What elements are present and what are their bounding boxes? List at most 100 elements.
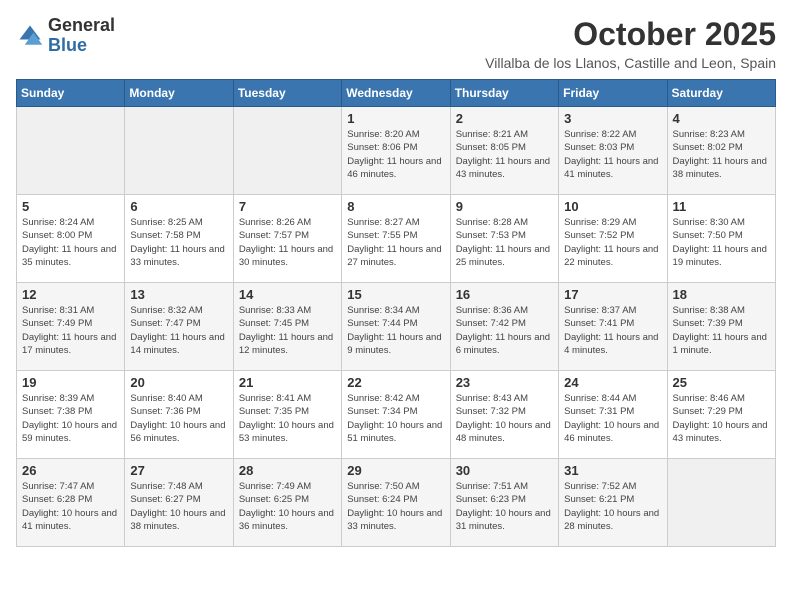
calendar-cell: 2Sunrise: 8:21 AMSunset: 8:05 PMDaylight…: [450, 107, 558, 195]
weekday-header-saturday: Saturday: [667, 80, 775, 107]
week-row-4: 26 Sunrise: 7:47 AMSunset: 6:28 PMDayligh…: [17, 459, 776, 547]
day-info: Sunrise: 8:37 AMSunset: 7:41 PMDaylight:…: [564, 304, 661, 357]
title-block: October 2025 Villalba de los Llanos, Cas…: [485, 16, 776, 71]
calendar-cell: 1Sunrise: 8:20 AMSunset: 8:06 PMDaylight…: [342, 107, 450, 195]
day-info: Sunrise: 7:51 AMSunset: 6:23 PMDaylight:…: [456, 480, 553, 533]
weekday-header-thursday: Thursday: [450, 80, 558, 107]
day-info: Sunrise: 8:32 AMSunset: 7:47 PMDaylight:…: [130, 304, 227, 357]
calendar-cell: 25 Sunrise: 8:46 AMSunset: 7:29 PMDayligh…: [667, 371, 775, 459]
logo-text: General Blue: [48, 16, 115, 56]
week-row-2: 12 Sunrise: 8:31 AMSunset: 7:49 PMDayligh…: [17, 283, 776, 371]
calendar-cell: 20 Sunrise: 8:40 AMSunset: 7:36 PMDayligh…: [125, 371, 233, 459]
calendar-cell: [125, 107, 233, 195]
day-number: 8: [347, 199, 444, 214]
calendar-table: SundayMondayTuesdayWednesdayThursdayFrid…: [16, 79, 776, 547]
day-info: Sunrise: 8:31 AMSunset: 7:49 PMDaylight:…: [22, 304, 119, 357]
calendar-body: 1Sunrise: 8:20 AMSunset: 8:06 PMDaylight…: [17, 107, 776, 547]
day-info: Sunrise: 8:43 AMSunset: 7:32 PMDaylight:…: [456, 392, 553, 445]
calendar-cell: 7Sunrise: 8:26 AMSunset: 7:57 PMDaylight…: [233, 195, 341, 283]
day-number: 26: [22, 463, 119, 478]
day-number: 20: [130, 375, 227, 390]
day-info: Sunrise: 8:39 AMSunset: 7:38 PMDaylight:…: [22, 392, 119, 445]
calendar-cell: 16 Sunrise: 8:36 AMSunset: 7:42 PMDayligh…: [450, 283, 558, 371]
calendar-cell: 26 Sunrise: 7:47 AMSunset: 6:28 PMDayligh…: [17, 459, 125, 547]
day-number: 23: [456, 375, 553, 390]
calendar-cell: 31 Sunrise: 7:52 AMSunset: 6:21 PMDayligh…: [559, 459, 667, 547]
day-info: Sunrise: 7:52 AMSunset: 6:21 PMDaylight:…: [564, 480, 661, 533]
logo-icon: [16, 22, 44, 50]
day-info: Sunrise: 8:42 AMSunset: 7:34 PMDaylight:…: [347, 392, 444, 445]
calendar-cell: 5Sunrise: 8:24 AMSunset: 8:00 PMDaylight…: [17, 195, 125, 283]
weekday-header-friday: Friday: [559, 80, 667, 107]
calendar-cell: 29 Sunrise: 7:50 AMSunset: 6:24 PMDayligh…: [342, 459, 450, 547]
day-number: 25: [673, 375, 770, 390]
day-number: 29: [347, 463, 444, 478]
calendar-cell: 3 Sunrise: 8:22 AMSunset: 8:03 PMDaylight…: [559, 107, 667, 195]
day-number: 30: [456, 463, 553, 478]
calendar-cell: 4 Sunrise: 8:23 AMSunset: 8:02 PMDaylight…: [667, 107, 775, 195]
day-number: 22: [347, 375, 444, 390]
calendar-cell: 19 Sunrise: 8:39 AMSunset: 7:38 PMDayligh…: [17, 371, 125, 459]
day-number: 5: [22, 199, 119, 214]
day-number: 10: [564, 199, 661, 214]
day-number: 14: [239, 287, 336, 302]
day-info: Sunrise: 8:26 AMSunset: 7:57 PMDaylight:…: [239, 216, 336, 269]
calendar-cell: 6 Sunrise: 8:25 AMSunset: 7:58 PMDaylight…: [125, 195, 233, 283]
calendar-cell: 9 Sunrise: 8:28 AMSunset: 7:53 PMDaylight…: [450, 195, 558, 283]
day-number: 13: [130, 287, 227, 302]
calendar-cell: 10 Sunrise: 8:29 AMSunset: 7:52 PMDayligh…: [559, 195, 667, 283]
day-number: 4: [673, 111, 770, 126]
calendar-cell: [667, 459, 775, 547]
weekday-header-wednesday: Wednesday: [342, 80, 450, 107]
day-info: Sunrise: 8:44 AMSunset: 7:31 PMDaylight:…: [564, 392, 661, 445]
calendar-cell: 18 Sunrise: 8:38 AMSunset: 7:39 PMDayligh…: [667, 283, 775, 371]
day-info: Sunrise: 8:40 AMSunset: 7:36 PMDaylight:…: [130, 392, 227, 445]
day-number: 21: [239, 375, 336, 390]
day-info: Sunrise: 8:29 AMSunset: 7:52 PMDaylight:…: [564, 216, 661, 269]
day-info: Sunrise: 8:28 AMSunset: 7:53 PMDaylight:…: [456, 216, 553, 269]
day-number: 18: [673, 287, 770, 302]
day-info: Sunrise: 8:21 AMSunset: 8:05 PMDaylight:…: [456, 128, 553, 181]
day-number: 31: [564, 463, 661, 478]
day-number: 3: [564, 111, 661, 126]
day-info: Sunrise: 8:27 AMSunset: 7:55 PMDaylight:…: [347, 216, 444, 269]
week-row-3: 19 Sunrise: 8:39 AMSunset: 7:38 PMDayligh…: [17, 371, 776, 459]
day-info: Sunrise: 8:38 AMSunset: 7:39 PMDaylight:…: [673, 304, 770, 357]
calendar-cell: 15Sunrise: 8:34 AMSunset: 7:44 PMDayligh…: [342, 283, 450, 371]
day-info: Sunrise: 8:46 AMSunset: 7:29 PMDaylight:…: [673, 392, 770, 445]
day-number: 12: [22, 287, 119, 302]
day-number: 16: [456, 287, 553, 302]
day-info: Sunrise: 7:50 AMSunset: 6:24 PMDaylight:…: [347, 480, 444, 533]
month-title: October 2025: [485, 16, 776, 53]
calendar-cell: 22 Sunrise: 8:42 AMSunset: 7:34 PMDayligh…: [342, 371, 450, 459]
day-info: Sunrise: 8:36 AMSunset: 7:42 PMDaylight:…: [456, 304, 553, 357]
day-info: Sunrise: 8:22 AMSunset: 8:03 PMDaylight:…: [564, 128, 661, 181]
day-number: 28: [239, 463, 336, 478]
day-info: Sunrise: 8:20 AMSunset: 8:06 PMDaylight:…: [347, 128, 444, 181]
logo: General Blue: [16, 16, 115, 56]
day-info: Sunrise: 7:49 AMSunset: 6:25 PMDaylight:…: [239, 480, 336, 533]
calendar-cell: 13 Sunrise: 8:32 AMSunset: 7:47 PMDayligh…: [125, 283, 233, 371]
day-number: 24: [564, 375, 661, 390]
day-info: Sunrise: 8:23 AMSunset: 8:02 PMDaylight:…: [673, 128, 770, 181]
day-number: 17: [564, 287, 661, 302]
day-number: 27: [130, 463, 227, 478]
day-info: Sunrise: 7:47 AMSunset: 6:28 PMDaylight:…: [22, 480, 119, 533]
day-number: 9: [456, 199, 553, 214]
day-info: Sunrise: 8:41 AMSunset: 7:35 PMDaylight:…: [239, 392, 336, 445]
weekday-header-monday: Monday: [125, 80, 233, 107]
day-number: 19: [22, 375, 119, 390]
calendar-cell: 12 Sunrise: 8:31 AMSunset: 7:49 PMDayligh…: [17, 283, 125, 371]
day-number: 6: [130, 199, 227, 214]
day-info: Sunrise: 8:25 AMSunset: 7:58 PMDaylight:…: [130, 216, 227, 269]
weekday-header-row: SundayMondayTuesdayWednesdayThursdayFrid…: [17, 80, 776, 107]
calendar-cell: 14Sunrise: 8:33 AMSunset: 7:45 PMDayligh…: [233, 283, 341, 371]
calendar-cell: 27Sunrise: 7:48 AMSunset: 6:27 PMDayligh…: [125, 459, 233, 547]
page-header: General Blue October 2025 Villalba de lo…: [16, 16, 776, 71]
calendar-cell: [17, 107, 125, 195]
day-number: 11: [673, 199, 770, 214]
calendar-cell: 8 Sunrise: 8:27 AMSunset: 7:55 PMDaylight…: [342, 195, 450, 283]
calendar-cell: 21 Sunrise: 8:41 AMSunset: 7:35 PMDayligh…: [233, 371, 341, 459]
day-number: 15: [347, 287, 444, 302]
day-info: Sunrise: 8:30 AMSunset: 7:50 PMDaylight:…: [673, 216, 770, 269]
